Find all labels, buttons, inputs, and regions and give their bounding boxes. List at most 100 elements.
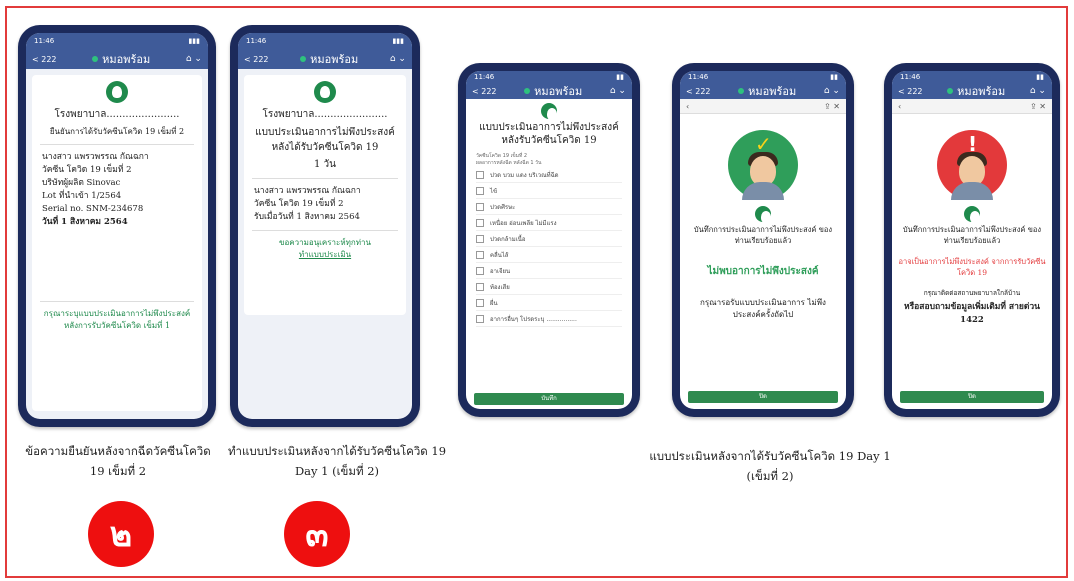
caption-line: ข้อความยืนยันหลังจากฉีดวัคซีนโควิด	[25, 444, 211, 458]
submit-button[interactable]: บันทึก	[474, 393, 624, 405]
status-bar: 11:46 ▮▮▮	[238, 33, 412, 49]
back-button[interactable]: < 222	[244, 55, 269, 64]
close-button[interactable]: ปิด	[688, 391, 838, 403]
checkbox-icon[interactable]	[476, 298, 484, 307]
nav-title-text: หมอพร้อม	[310, 53, 359, 66]
status-bar: 11:46 ▮▮▮	[26, 33, 208, 49]
phone-result-normal: 11:46 ▮▮ < 222 หมอพร้อม ⌂ ⌄ ‹ ⇪ ✕ ✓ บันทึก…	[672, 63, 854, 417]
step-badge-2: ๒	[88, 501, 154, 567]
hotline-text: หรือสอบถามข้อมูลเพิ่มเติมที่ สายด่วน 142…	[904, 302, 1040, 325]
small-print-area	[32, 229, 202, 295]
symptom-row[interactable]: ปวด บวม แดง บริเวณที่ฉีด	[476, 167, 622, 183]
divider	[252, 178, 398, 179]
home-icon[interactable]: ⌂ ⌄	[1030, 86, 1046, 96]
back-button[interactable]: < 222	[898, 87, 923, 96]
confirmation-card: โรงพยาบาล....................... ยืนยันก…	[32, 75, 202, 411]
nav-bar: < 222 หมอพร้อม ⌂ ⌄	[466, 83, 632, 99]
divider	[40, 144, 194, 145]
phone-screen: 11:46 ▮▮▮ < 222 หมอพร้อม ⌂ ⌄ โรงพยาบาล...…	[238, 33, 412, 419]
back-button[interactable]: < 222	[686, 87, 711, 96]
phone-screen: 11:46 ▮▮ < 222 หมอพร้อม ⌂ ⌄ ‹ ⇪ ✕ ✓ บันทึก…	[680, 71, 846, 409]
nav-title-text: หมอพร้อม	[102, 53, 151, 66]
exclamation-icon: !	[968, 132, 978, 156]
home-icon[interactable]: ⌂ ⌄	[186, 54, 202, 64]
symptom-row[interactable]: เหนื่อย อ่อนเพลีย ไม่มีแรง	[476, 215, 622, 231]
checkbox-icon[interactable]	[476, 218, 484, 227]
checkbox-icon[interactable]	[476, 282, 484, 291]
symptom-row[interactable]: ปวดกล้ามเนื้อ	[476, 231, 622, 247]
step-badge-3: ๓	[284, 501, 350, 567]
online-dot-icon	[947, 88, 954, 94]
hospital-name: โรงพยาบาล.......................	[54, 109, 180, 120]
assessment-title: แบบประเมินอาการไม่พึงประสงค์ หลังได้รับว…	[255, 127, 395, 153]
symptom-label: ปวด บวม แดง บริเวณที่ฉีด	[490, 171, 559, 179]
symptom-row[interactable]: คลื่นไส้	[476, 247, 622, 263]
caption-step-2: ข้อความยืนยันหลังจากฉีดวัคซีนโควิด 19 เข…	[18, 441, 218, 481]
close-button[interactable]: ปิด	[900, 391, 1044, 403]
warning-text: อาจเป็นอาการไม่พึงประสงค์ จากการรับวัคซี…	[898, 257, 1046, 277]
checkbox-icon[interactable]	[476, 234, 484, 243]
moph-logo-icon	[755, 206, 771, 223]
checkbox-icon[interactable]	[476, 314, 484, 323]
status-time: 11:46	[688, 73, 709, 81]
divider	[252, 230, 398, 231]
shirt	[742, 182, 784, 200]
phone-result-warning: 11:46 ▮▮ < 222 หมอพร้อม ⌂ ⌄ ‹ ⇪ ✕ ! บันทึก…	[884, 63, 1060, 417]
form-meta-time: ผลอาการหลังฉีด หลังฉีด 1 วัน	[476, 160, 542, 166]
phone-screen: 11:46 ▮▮ < 222 หมอพร้อม ⌂ ⌄ แบบประเมินอาก…	[466, 71, 632, 409]
checkbox-icon[interactable]	[476, 170, 484, 179]
back-button[interactable]: < 222	[32, 55, 57, 64]
checkbox-icon[interactable]	[476, 186, 484, 195]
caption-line: (เข็มที่ 2)	[746, 469, 794, 483]
symptom-row[interactable]: ไข้	[476, 183, 622, 199]
nav-title-text: หมอพร้อม	[957, 85, 1006, 98]
symptom-label: เหนื่อย อ่อนเพลีย ไม่มีแรง	[490, 219, 557, 227]
back-button[interactable]: < 222	[472, 87, 497, 96]
battery-icon: ▮▮▮	[188, 37, 200, 45]
confirmation-subtitle: ยืนยันการได้รับวัคซีนโควิด 19 เข็มที่ 2	[49, 127, 185, 136]
home-icon[interactable]: ⌂ ⌄	[390, 54, 406, 64]
battery-icon: ▮▮	[830, 73, 838, 81]
nav-title: หมอพร้อม	[92, 50, 150, 68]
back-arrow-icon[interactable]: ‹	[686, 102, 689, 111]
back-arrow-icon[interactable]: ‹	[898, 102, 901, 111]
nav-title: หมอพร้อม	[300, 50, 358, 68]
divider	[40, 301, 194, 302]
share-close-icon[interactable]: ⇪ ✕	[1030, 102, 1046, 111]
form-meta-dose: วัคซีนโควิด 19 เข็มที่ 2	[476, 153, 528, 159]
nav-title: หมอพร้อม	[738, 82, 796, 100]
vaccine-serial: Serial no. SNM-234678	[42, 204, 144, 214]
checkbox-icon[interactable]	[476, 202, 484, 211]
checkbox-icon[interactable]	[476, 250, 484, 259]
saved-message: บันทึกการประเมินอาการไม่พึงประสงค์ ของท่…	[693, 225, 833, 245]
share-close-icon[interactable]: ⇪ ✕	[824, 102, 840, 111]
symptom-row[interactable]: อาการอื่นๆ โปรดระบุ ................	[476, 311, 622, 327]
nav-bar: < 222 หมอพร้อม ⌂ ⌄	[892, 83, 1052, 99]
assessment-link[interactable]: กรุณาระบุแบบประเมินอาการไม่พึงประสงค์ หล…	[32, 308, 202, 332]
symptom-row[interactable]: ปวดศีรษะ	[476, 199, 622, 215]
online-dot-icon	[92, 56, 99, 62]
symptom-row[interactable]: อาเจียน	[476, 263, 622, 279]
nav-title-text: หมอพร้อม	[748, 85, 797, 98]
contact-text: กรุณาติดต่อสถานพยาบาลใกล้บ้าน	[923, 289, 1021, 297]
nav-bar: < 222 หมอพร้อม ⌂ ⌄	[238, 49, 412, 69]
home-icon[interactable]: ⌂ ⌄	[610, 86, 626, 96]
form-title: แบบประเมินอาการไม่พึงประสงค์ หลังรับวัคซ…	[479, 122, 619, 146]
checkbox-icon[interactable]	[476, 266, 484, 275]
status-time: 11:46	[246, 37, 267, 45]
symptom-row[interactable]: ผื่น	[476, 295, 622, 311]
caption-line: ทำแบบประเมินหลังจากได้รับวัคซีนโควิด 19	[227, 444, 447, 458]
online-dot-icon	[300, 56, 307, 62]
caption-step-4: แบบประเมินหลังจากได้รับวัคซีนโควิด 19 Da…	[620, 446, 920, 486]
home-icon[interactable]: ⌂ ⌄	[824, 86, 840, 96]
symptom-label: คลื่นไส้	[490, 251, 509, 259]
caption-line: แบบประเมินหลังจากได้รับวัคซีนโควิด 19 Da…	[649, 449, 891, 463]
do-assessment-link[interactable]: ทำแบบประเมิน	[244, 249, 406, 261]
vaccine-date: รับเมื่อวันที่ 1 สิงหาคม 2564	[254, 212, 360, 222]
webview-toolbar: ‹ ⇪ ✕	[892, 99, 1052, 114]
phone-assessment-form: 11:46 ▮▮ < 222 หมอพร้อม ⌂ ⌄ แบบประเมินอาก…	[458, 63, 640, 417]
symptom-row[interactable]: ท้องเสีย	[476, 279, 622, 295]
hospital-name: โรงพยาบาล.......................	[262, 109, 388, 120]
symptom-label: ไข้	[490, 187, 498, 195]
status-time: 11:46	[34, 37, 55, 45]
